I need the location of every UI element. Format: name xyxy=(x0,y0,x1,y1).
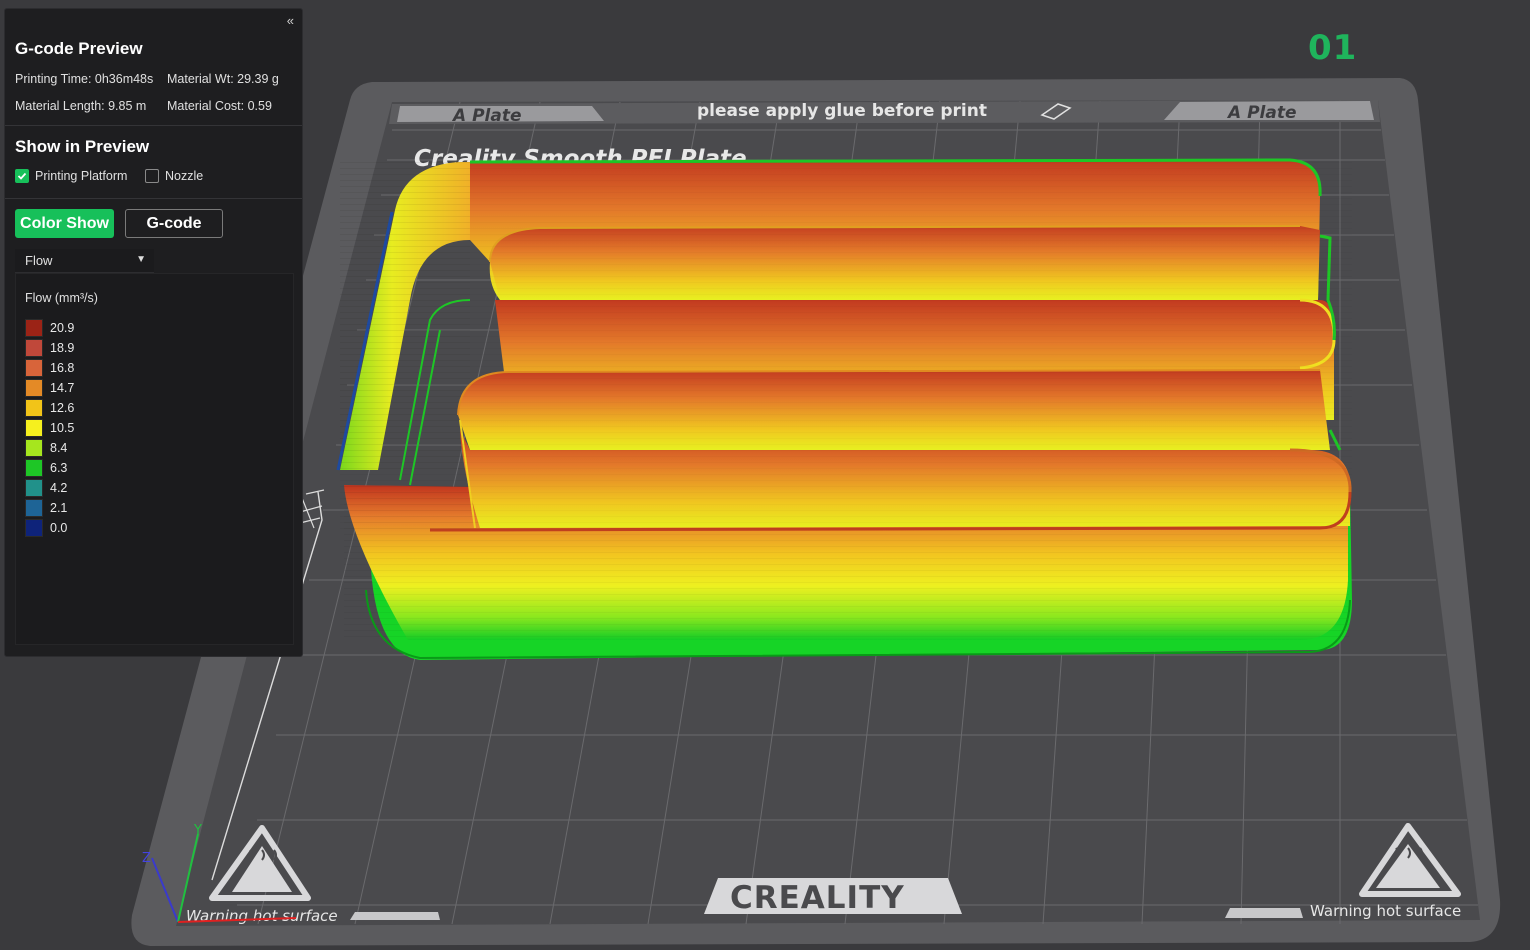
z-axis-label: Z xyxy=(142,851,151,866)
legend-swatch xyxy=(25,499,43,517)
color-show-button[interactable]: Color Show xyxy=(15,209,114,238)
divider xyxy=(5,198,302,199)
legend-value: 20.9 xyxy=(50,321,75,335)
legend-title: Flow (mm³/s) xyxy=(25,291,98,305)
legend-swatch xyxy=(25,379,43,397)
legend-swatch xyxy=(25,459,43,477)
divider xyxy=(5,125,302,126)
legend-swatch xyxy=(25,339,43,357)
legend-item: 10.5 xyxy=(25,418,74,438)
flow-legend: Flow (mm³/s) 20.9 18.9 16.8 14.7 12.6 10.5 8.4… xyxy=(15,273,294,645)
legend-value: 2.1 xyxy=(50,501,68,515)
nozzle-checkbox[interactable]: Nozzle xyxy=(145,169,203,183)
gcode-model xyxy=(336,158,1352,660)
printing-time: Printing Time: 0h36m48s xyxy=(15,72,154,86)
printing-platform-label: Printing Platform xyxy=(35,169,128,183)
gcode-preview-panel: « G-code Preview Printing Time: 0h36m48s… xyxy=(4,8,303,657)
right-plate-tab: A Plate xyxy=(1226,103,1297,123)
legend-item: 14.7 xyxy=(25,378,74,398)
checkbox-checked-icon[interactable] xyxy=(15,169,29,183)
legend-value: 18.9 xyxy=(50,341,75,355)
legend-swatch xyxy=(25,519,43,537)
nozzle-label: Nozzle xyxy=(165,169,204,183)
legend-swatch xyxy=(25,479,43,497)
view-type-value: Flow xyxy=(25,253,53,268)
glue-notice: please apply glue before print xyxy=(697,101,987,121)
show-in-preview-title: Show in Preview xyxy=(15,137,150,156)
hot-surface-warning-right: Warning hot surface xyxy=(1310,902,1461,920)
material-weight: Material Wt: 29.39 g xyxy=(167,72,279,86)
legend-value: 8.4 xyxy=(50,441,68,455)
legend-swatch xyxy=(25,439,43,457)
legend-item: 4.2 xyxy=(25,478,67,498)
legend-item: 0.0 xyxy=(25,518,67,538)
left-plate-tab: A Plate xyxy=(451,106,522,126)
gcode-button[interactable]: G-code xyxy=(125,209,223,238)
dropdown-arrow-icon: ▼ xyxy=(136,254,146,265)
plate-number[interactable]: 01 xyxy=(1308,28,1357,68)
hot-surface-warning-left: Warning hot surface xyxy=(186,907,338,925)
legend-value: 14.7 xyxy=(50,381,75,395)
legend-item: 20.9 xyxy=(25,318,74,338)
legend-value: 12.6 xyxy=(50,401,75,415)
legend-item: 8.4 xyxy=(25,438,67,458)
legend-swatch xyxy=(25,359,43,377)
panel-title: G-code Preview xyxy=(15,39,143,58)
material-length: Material Length: 9.85 m xyxy=(15,99,147,113)
brand-logo-text: CREALITY xyxy=(730,880,905,916)
legend-value: 6.3 xyxy=(50,461,68,475)
view-type-dropdown[interactable]: Flow ▼ xyxy=(15,249,154,273)
legend-item: 18.9 xyxy=(25,338,74,358)
printing-platform-checkbox[interactable]: Printing Platform xyxy=(15,169,127,183)
collapse-panel-icon[interactable]: « xyxy=(287,13,294,28)
checkbox-unchecked-icon[interactable] xyxy=(145,169,159,183)
y-axis-label: Y xyxy=(193,823,202,838)
legend-value: 10.5 xyxy=(50,421,75,435)
legend-swatch xyxy=(25,419,43,437)
material-cost: Material Cost: 0.59 xyxy=(167,99,272,113)
legend-item: 2.1 xyxy=(25,498,67,518)
legend-item: 12.6 xyxy=(25,398,74,418)
legend-value: 4.2 xyxy=(50,481,68,495)
legend-value: 0.0 xyxy=(50,521,68,535)
legend-item: 16.8 xyxy=(25,358,74,378)
legend-swatch xyxy=(25,399,43,417)
legend-item: 6.3 xyxy=(25,458,67,478)
legend-swatch xyxy=(25,319,43,337)
legend-value: 16.8 xyxy=(50,361,75,375)
